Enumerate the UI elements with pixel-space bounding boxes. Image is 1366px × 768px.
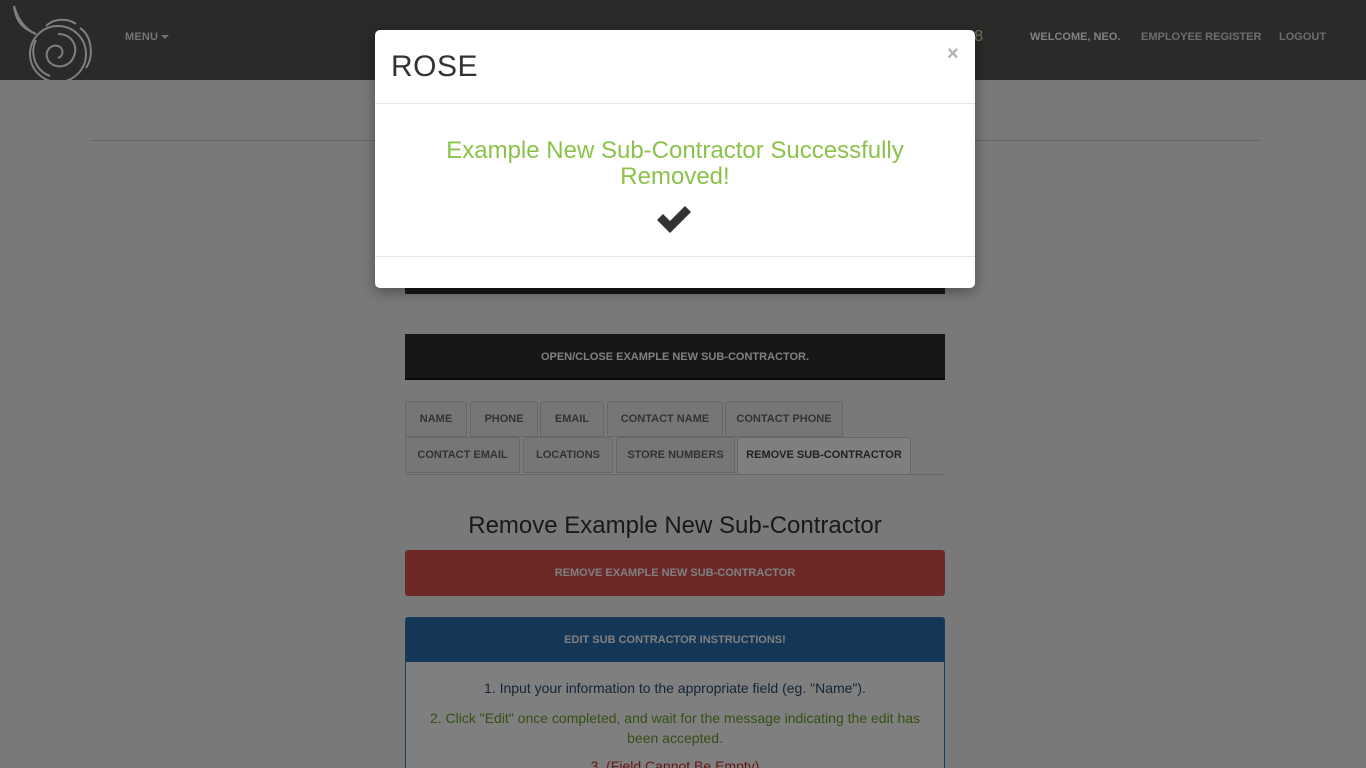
modal-footer: [375, 256, 975, 257]
success-modal: ROSE × Example New Sub-Contractor Succes…: [375, 30, 975, 288]
modal-title: ROSE: [391, 50, 479, 83]
success-message: Example New Sub-Contractor Successfully …: [446, 137, 904, 190]
close-icon[interactable]: ×: [947, 43, 959, 66]
modal-header: ROSE ×: [375, 30, 975, 104]
checkmark-icon: [657, 206, 691, 233]
